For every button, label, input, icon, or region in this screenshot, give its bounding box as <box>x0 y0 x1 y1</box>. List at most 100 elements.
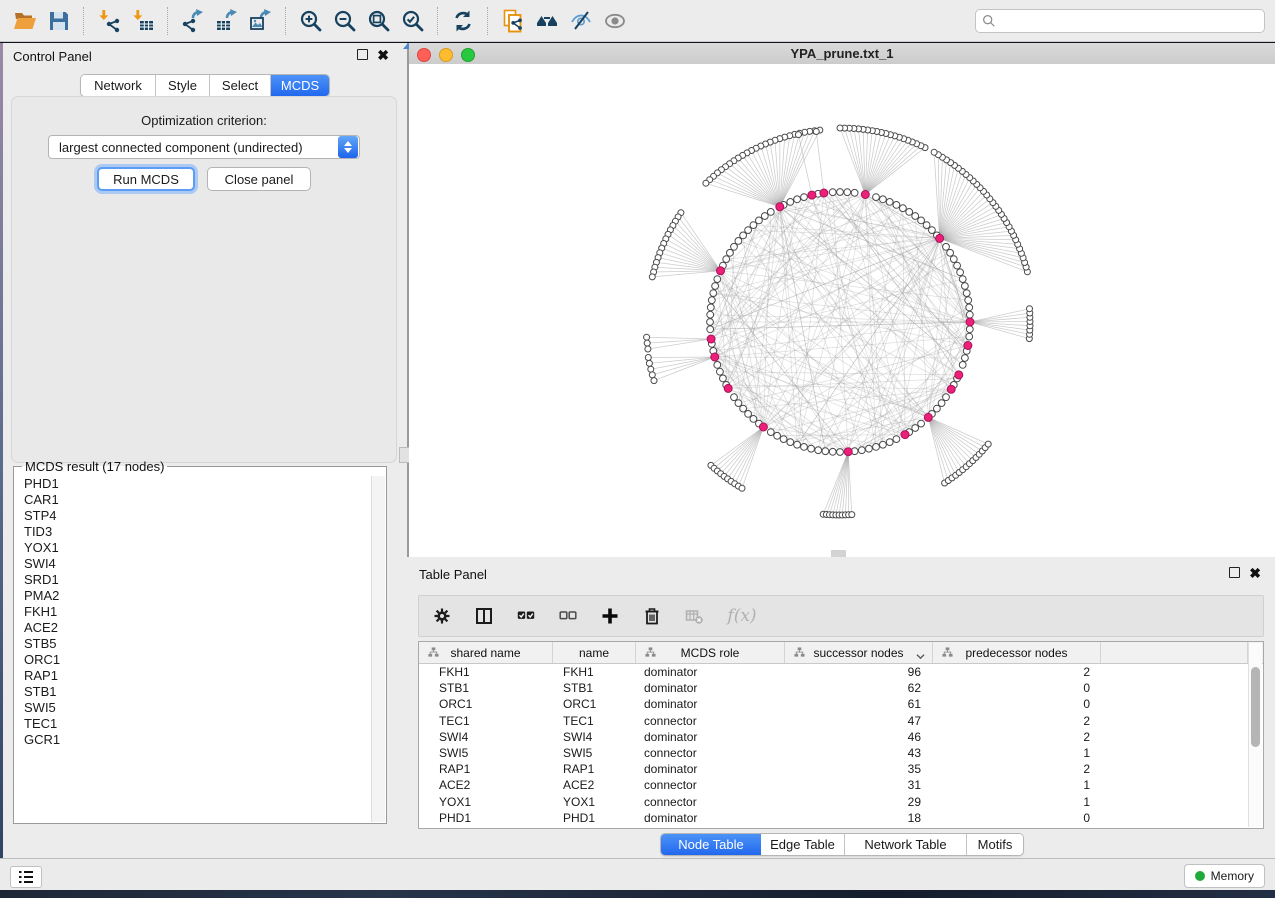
mcds-node-item[interactable]: TID3 <box>15 524 372 540</box>
tab-select[interactable]: Select <box>210 75 271 96</box>
import-network-button[interactable] <box>92 6 126 36</box>
cell[interactable]: ACE2 <box>553 778 636 792</box>
mcds-node-item[interactable]: SRD1 <box>15 572 372 588</box>
mcds-node-item[interactable]: TEC1 <box>15 716 372 732</box>
float-panel-icon[interactable] <box>357 49 368 60</box>
cell[interactable]: 2 <box>933 762 1101 776</box>
search-input[interactable] <box>1001 13 1258 29</box>
task-history-button[interactable] <box>10 866 42 888</box>
table-scrollbar-thumb[interactable] <box>1251 667 1260 747</box>
cell[interactable]: connector <box>636 795 785 809</box>
zoom-in-button[interactable] <box>294 6 328 36</box>
cell[interactable]: 35 <box>785 762 933 776</box>
cell[interactable]: YOX1 <box>553 795 636 809</box>
table-row-TEC1[interactable]: TEC1TEC1connector472 <box>419 713 1263 729</box>
new-column-button[interactable] <box>599 605 621 627</box>
export-image-button[interactable] <box>244 6 278 36</box>
memory-button[interactable]: Memory <box>1184 864 1265 888</box>
network-window-titlebar[interactable]: YPA_prune.txt_1 <box>409 43 1275 65</box>
cell[interactable]: dominator <box>636 665 785 679</box>
table-row-FKH1[interactable]: FKH1FKH1dominator962 <box>419 664 1263 680</box>
column-header-name[interactable]: name <box>553 642 636 663</box>
cell[interactable]: 1 <box>933 795 1101 809</box>
cell[interactable]: ACE2 <box>419 778 553 792</box>
cell[interactable]: 47 <box>785 714 933 728</box>
float-table-panel-icon[interactable] <box>1229 567 1240 578</box>
open-file-button[interactable] <box>8 6 42 36</box>
cell[interactable]: FKH1 <box>419 665 553 679</box>
close-panel-button[interactable]: Close panel <box>207 167 311 191</box>
close-table-panel-icon[interactable]: ✖ <box>1249 568 1261 578</box>
table-row-ORC1[interactable]: ORC1ORC1dominator610 <box>419 696 1263 712</box>
cell[interactable]: PHD1 <box>553 811 636 825</box>
cell[interactable]: 0 <box>933 811 1101 825</box>
mcds-node-item[interactable]: FKH1 <box>15 604 372 620</box>
cell[interactable]: connector <box>636 746 785 760</box>
cell[interactable]: 1 <box>933 778 1101 792</box>
mcds-node-item[interactable]: PHD1 <box>15 476 372 492</box>
show-columns-button[interactable] <box>473 605 495 627</box>
cell[interactable]: RAP1 <box>419 762 553 776</box>
cell[interactable]: dominator <box>636 730 785 744</box>
zoom-selected-button[interactable] <box>396 6 430 36</box>
cell[interactable]: 0 <box>933 681 1101 695</box>
cell[interactable]: TEC1 <box>553 714 636 728</box>
cell[interactable]: FKH1 <box>553 665 636 679</box>
table-row-PHD1[interactable]: PHD1PHD1dominator180 <box>419 810 1263 826</box>
mcds-node-item[interactable]: SWI5 <box>15 700 372 716</box>
cell[interactable]: SWI4 <box>553 730 636 744</box>
import-table-button[interactable] <box>126 6 160 36</box>
mcds-node-item[interactable]: ORC1 <box>15 652 372 668</box>
cell[interactable]: 1 <box>933 746 1101 760</box>
tab-style[interactable]: Style <box>156 75 210 96</box>
cell[interactable]: 61 <box>785 697 933 711</box>
column-header-predecessor-nodes[interactable]: predecessor nodes <box>933 642 1101 663</box>
cell[interactable]: SWI5 <box>553 746 636 760</box>
column-header-successor-nodes[interactable]: successor nodes <box>785 642 933 663</box>
cell[interactable]: 2 <box>933 714 1101 728</box>
cell[interactable]: ORC1 <box>419 697 553 711</box>
table-row-STB1[interactable]: STB1STB1dominator620 <box>419 680 1263 696</box>
cell[interactable]: 46 <box>785 730 933 744</box>
tab-edge-table[interactable]: Edge Table <box>761 834 845 855</box>
cell[interactable]: connector <box>636 714 785 728</box>
cell[interactable]: 2 <box>933 730 1101 744</box>
cell[interactable]: 0 <box>933 697 1101 711</box>
network-canvas[interactable] <box>409 64 1275 557</box>
cell[interactable]: TEC1 <box>419 714 553 728</box>
mcds-node-item[interactable]: CAR1 <box>15 492 372 508</box>
table-row-SWI5[interactable]: SWI5SWI5connector431 <box>419 745 1263 761</box>
tab-motifs[interactable]: Motifs <box>967 834 1023 855</box>
cell[interactable]: 62 <box>785 681 933 695</box>
tab-network[interactable]: Network <box>81 75 156 96</box>
cell[interactable]: ORC1 <box>553 697 636 711</box>
delete-column-button[interactable] <box>641 605 663 627</box>
column-header-shared-name[interactable]: shared name <box>419 642 553 663</box>
mcds-node-item[interactable]: YOX1 <box>15 540 372 556</box>
tab-mcds[interactable]: MCDS <box>271 75 329 96</box>
cell[interactable]: RAP1 <box>553 762 636 776</box>
optimization-select[interactable]: largest connected component (undirected) <box>48 135 360 159</box>
cell[interactable]: connector <box>636 778 785 792</box>
run-mcds-button[interactable]: Run MCDS <box>97 167 195 191</box>
cell[interactable]: SWI5 <box>419 746 553 760</box>
cell[interactable]: 29 <box>785 795 933 809</box>
cell[interactable]: dominator <box>636 762 785 776</box>
save-session-button[interactable] <box>42 6 76 36</box>
zoom-fit-button[interactable] <box>362 6 396 36</box>
export-table-button[interactable] <box>210 6 244 36</box>
cell[interactable]: 2 <box>933 665 1101 679</box>
mcds-result-list[interactable]: PHD1CAR1STP4TID3YOX1SWI4SRD1PMA2FKH1ACE2… <box>15 476 372 822</box>
cell[interactable]: STB1 <box>553 681 636 695</box>
search-box[interactable] <box>975 9 1265 33</box>
mcds-node-item[interactable]: RAP1 <box>15 668 372 684</box>
new-network-from-selection-button[interactable] <box>496 6 530 36</box>
cell[interactable]: PHD1 <box>419 811 553 825</box>
table-scrollbar[interactable] <box>1248 643 1262 827</box>
column-header-MCDS-role[interactable]: MCDS role <box>636 642 785 663</box>
mcds-node-item[interactable]: SWI4 <box>15 556 372 572</box>
mcds-node-item[interactable]: GCR1 <box>15 732 372 748</box>
export-network-button[interactable] <box>176 6 210 36</box>
mcds-list-scrollbar[interactable] <box>371 476 385 822</box>
tab-node-table[interactable]: Node Table <box>661 834 761 855</box>
